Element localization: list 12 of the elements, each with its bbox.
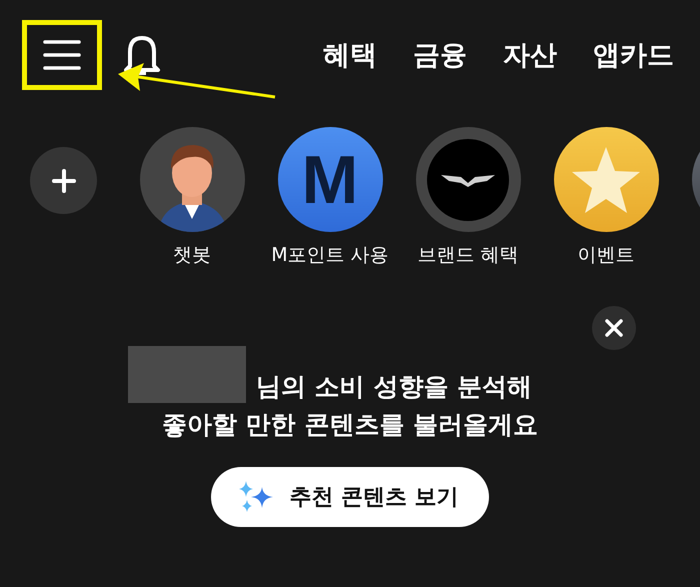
shortcut-label: 챗봇: [173, 243, 211, 268]
nav-tab[interactable]: 금융: [413, 37, 467, 73]
nav-tab[interactable]: 자산: [503, 37, 557, 73]
nav-tab[interactable]: 앱카드: [593, 37, 674, 73]
shortcut-label: M포인트 사용: [271, 243, 389, 268]
recommendation-text: 좋아할 만한 콘텐츠를 불러올게요: [162, 409, 538, 441]
shortcut-label: 이벤트: [578, 243, 634, 268]
recommend-button[interactable]: 추천 콘텐츠 보기: [211, 467, 489, 527]
recommendation-text: 님의 소비 성향을 분석해: [256, 371, 532, 403]
shortcut-label: 브랜드 혜택: [417, 243, 519, 268]
point-button[interactable]: M: [278, 127, 382, 232]
nav-tab[interactable]: 혜택: [323, 37, 377, 73]
